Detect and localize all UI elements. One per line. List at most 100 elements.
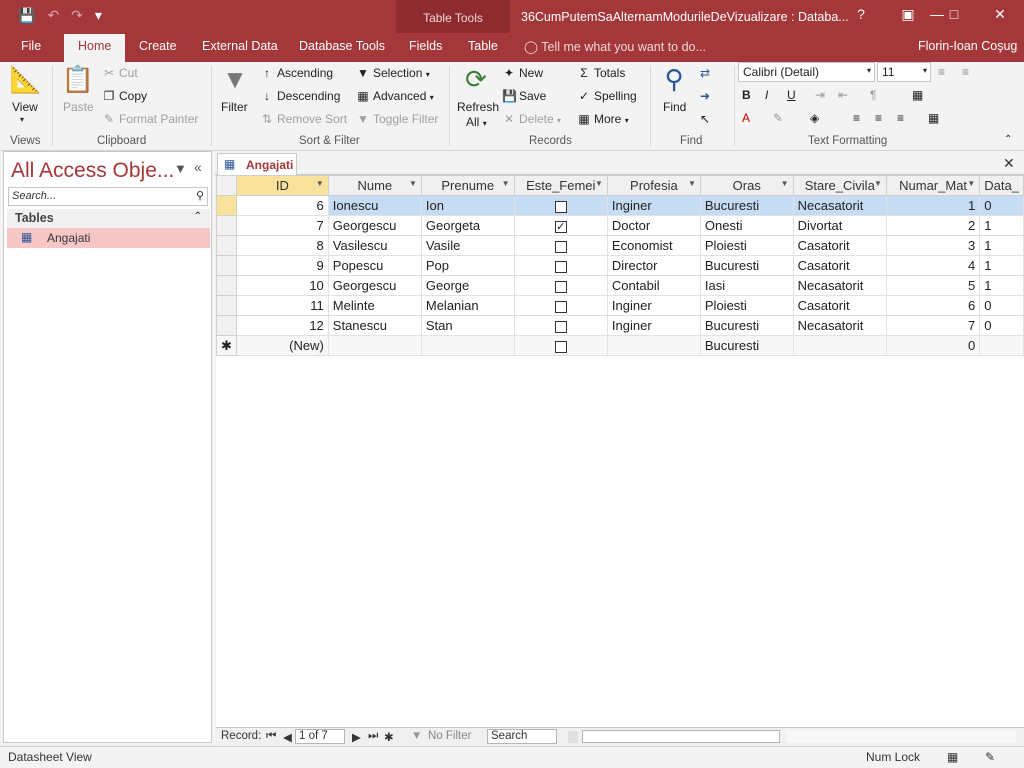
doc-tab-angajati[interactable]: ▦ Angajati <box>217 153 297 176</box>
new-blank-record-icon[interactable]: ✱ <box>384 730 394 744</box>
cell-stare-civila[interactable]: Casatorit <box>792 255 887 276</box>
format-painter-button[interactable]: ✎ Format Painter <box>102 112 198 126</box>
cell-data[interactable] <box>979 335 1024 356</box>
cell-prenume[interactable]: Pop <box>420 255 515 276</box>
cell-numar-mat[interactable]: 4 <box>885 255 981 276</box>
cell-stare-civila[interactable]: Necasatorit <box>792 275 887 296</box>
cell-nume[interactable]: Popescu <box>327 255 422 276</box>
cell-id[interactable]: 11 <box>235 295 329 316</box>
view-button[interactable]: View <box>12 100 38 114</box>
cell-id[interactable]: 8 <box>235 235 329 256</box>
new-record-button[interactable]: ✦ New <box>502 66 543 80</box>
table-row[interactable]: 12 Stanescu Stan Inginer Bucuresti Necas… <box>216 315 1024 336</box>
last-record-icon[interactable]: ⏭ <box>368 730 378 743</box>
cell-oras[interactable]: Onesti <box>699 215 794 236</box>
nav-menu-icon[interactable]: ▼ <box>174 161 187 176</box>
close-window-icon[interactable]: ✕ <box>985 6 1015 23</box>
column-header[interactable]: ID ▼ <box>235 175 329 196</box>
bullets-icon[interactable]: ≡ <box>938 65 945 79</box>
save-icon[interactable]: 💾 <box>18 7 35 24</box>
cell-este-femei[interactable] <box>513 335 608 356</box>
cell-oras[interactable]: Bucuresti <box>699 195 794 216</box>
tab-table[interactable]: Table <box>468 39 498 53</box>
cell-este-femei[interactable]: ✓ <box>513 215 608 236</box>
checkbox[interactable] <box>554 300 567 313</box>
cell-profesia[interactable]: Economist <box>606 235 701 256</box>
magnifier-icon[interactable]: ⚲ <box>654 64 694 95</box>
checkbox[interactable] <box>554 340 567 353</box>
cell-nume[interactable]: Ionescu <box>327 195 422 216</box>
column-header[interactable]: Data_ <box>979 175 1024 196</box>
search-icon[interactable]: ⚲ <box>196 189 204 202</box>
bold-button[interactable]: B <box>742 88 751 102</box>
cell-stare-civila[interactable]: Casatorit <box>792 235 887 256</box>
refresh-all-button[interactable]: All ▾ <box>466 115 487 129</box>
cell-id[interactable]: (New) <box>235 335 329 356</box>
column-header[interactable]: Stare_Civila ▼ <box>792 175 887 196</box>
cell-profesia[interactable]: Doctor <box>606 215 701 236</box>
table-row[interactable]: 6 Ionescu Ion Inginer Bucuresti Necasato… <box>216 195 1024 216</box>
tab-create[interactable]: Create <box>139 39 177 53</box>
cell-este-femei[interactable] <box>513 255 608 276</box>
cell-oras[interactable]: Ploiesti <box>699 235 794 256</box>
tell-me-box[interactable]: ◯ Tell me what you want to do... <box>524 39 706 54</box>
cell-stare-civila[interactable]: Necasatorit <box>792 195 887 216</box>
find-button[interactable]: Find <box>663 100 686 114</box>
cell-nume[interactable]: Melinte <box>327 295 422 316</box>
column-dropdown-icon[interactable]: ▼ <box>502 179 510 188</box>
cell-profesia[interactable]: Director <box>606 255 701 276</box>
nav-pane-title[interactable]: All Access Obje... <box>11 159 174 183</box>
new-record-row[interactable]: ✱ (New) Bucuresti 0 <box>216 335 1024 356</box>
cell-id[interactable]: 12 <box>235 315 329 336</box>
horizontal-scrollbar-thumb[interactable] <box>582 730 780 743</box>
scroll-left-button[interactable] <box>568 731 578 743</box>
shutter-bar-icon[interactable]: « <box>194 159 202 175</box>
refresh-icon[interactable]: ⟳ <box>456 64 496 95</box>
underline-button[interactable]: U <box>787 88 796 102</box>
cell-prenume[interactable] <box>420 335 515 356</box>
cell-stare-civila[interactable]: Casatorit <box>792 295 887 316</box>
column-dropdown-icon[interactable]: ▼ <box>595 179 603 188</box>
select-icon[interactable]: ↖ <box>700 112 710 126</box>
cell-nume[interactable]: Georgescu <box>327 215 422 236</box>
remove-sort-button[interactable]: ⇅ Remove Sort <box>260 112 347 126</box>
previous-record-icon[interactable]: ◀ <box>283 730 292 744</box>
record-search-input[interactable]: Search <box>487 729 557 744</box>
cell-este-femei[interactable] <box>513 235 608 256</box>
table-row[interactable]: 9 Popescu Pop Director Bucuresti Casator… <box>216 255 1024 276</box>
record-selector[interactable] <box>216 215 237 236</box>
redo-icon[interactable]: ↷ <box>71 7 83 24</box>
cell-id[interactable]: 7 <box>235 215 329 236</box>
cell-prenume[interactable]: Ion <box>420 195 515 216</box>
selection-button[interactable]: ▼ Selection ▾ <box>356 66 430 80</box>
column-header[interactable]: Numar_Mat ▼ <box>885 175 981 196</box>
tab-external-data[interactable]: External Data <box>202 39 278 53</box>
tab-fields[interactable]: Fields <box>409 39 442 53</box>
align-center-icon[interactable]: ≡ <box>875 111 882 125</box>
maximize-icon[interactable]: □ <box>939 6 969 22</box>
view-icon[interactable]: 📐 <box>6 64 46 95</box>
cell-numar-mat[interactable]: 0 <box>885 335 981 356</box>
checkbox[interactable] <box>554 260 567 273</box>
alternate-row-color-icon[interactable]: ▦ <box>928 111 939 125</box>
font-name-select[interactable]: Calibri (Detail) ▾ <box>738 62 875 82</box>
totals-button[interactable]: Σ Totals <box>577 66 625 80</box>
cell-nume[interactable]: Georgescu <box>327 275 422 296</box>
cell-este-femei[interactable] <box>513 295 608 316</box>
cell-este-femei[interactable] <box>513 315 608 336</box>
cell-profesia[interactable]: Inginer <box>606 295 701 316</box>
column-header[interactable]: Prenume ▼ <box>420 175 515 196</box>
cell-este-femei[interactable] <box>513 195 608 216</box>
font-size-select[interactable]: 11 ▾ <box>877 62 931 82</box>
checkbox[interactable] <box>554 200 567 213</box>
nav-search-input[interactable]: Search... ⚲ <box>8 187 208 206</box>
help-icon[interactable]: ? <box>846 6 876 22</box>
cell-prenume[interactable]: George <box>420 275 515 296</box>
paragraph-icon[interactable]: ¶ <box>870 88 876 102</box>
cell-profesia[interactable] <box>606 335 701 356</box>
cell-stare-civila[interactable] <box>792 335 887 356</box>
record-selector[interactable] <box>216 255 237 276</box>
select-all-corner[interactable] <box>216 175 237 196</box>
save-record-button[interactable]: 💾 Save <box>502 89 546 103</box>
tab-home[interactable]: Home <box>64 34 126 62</box>
